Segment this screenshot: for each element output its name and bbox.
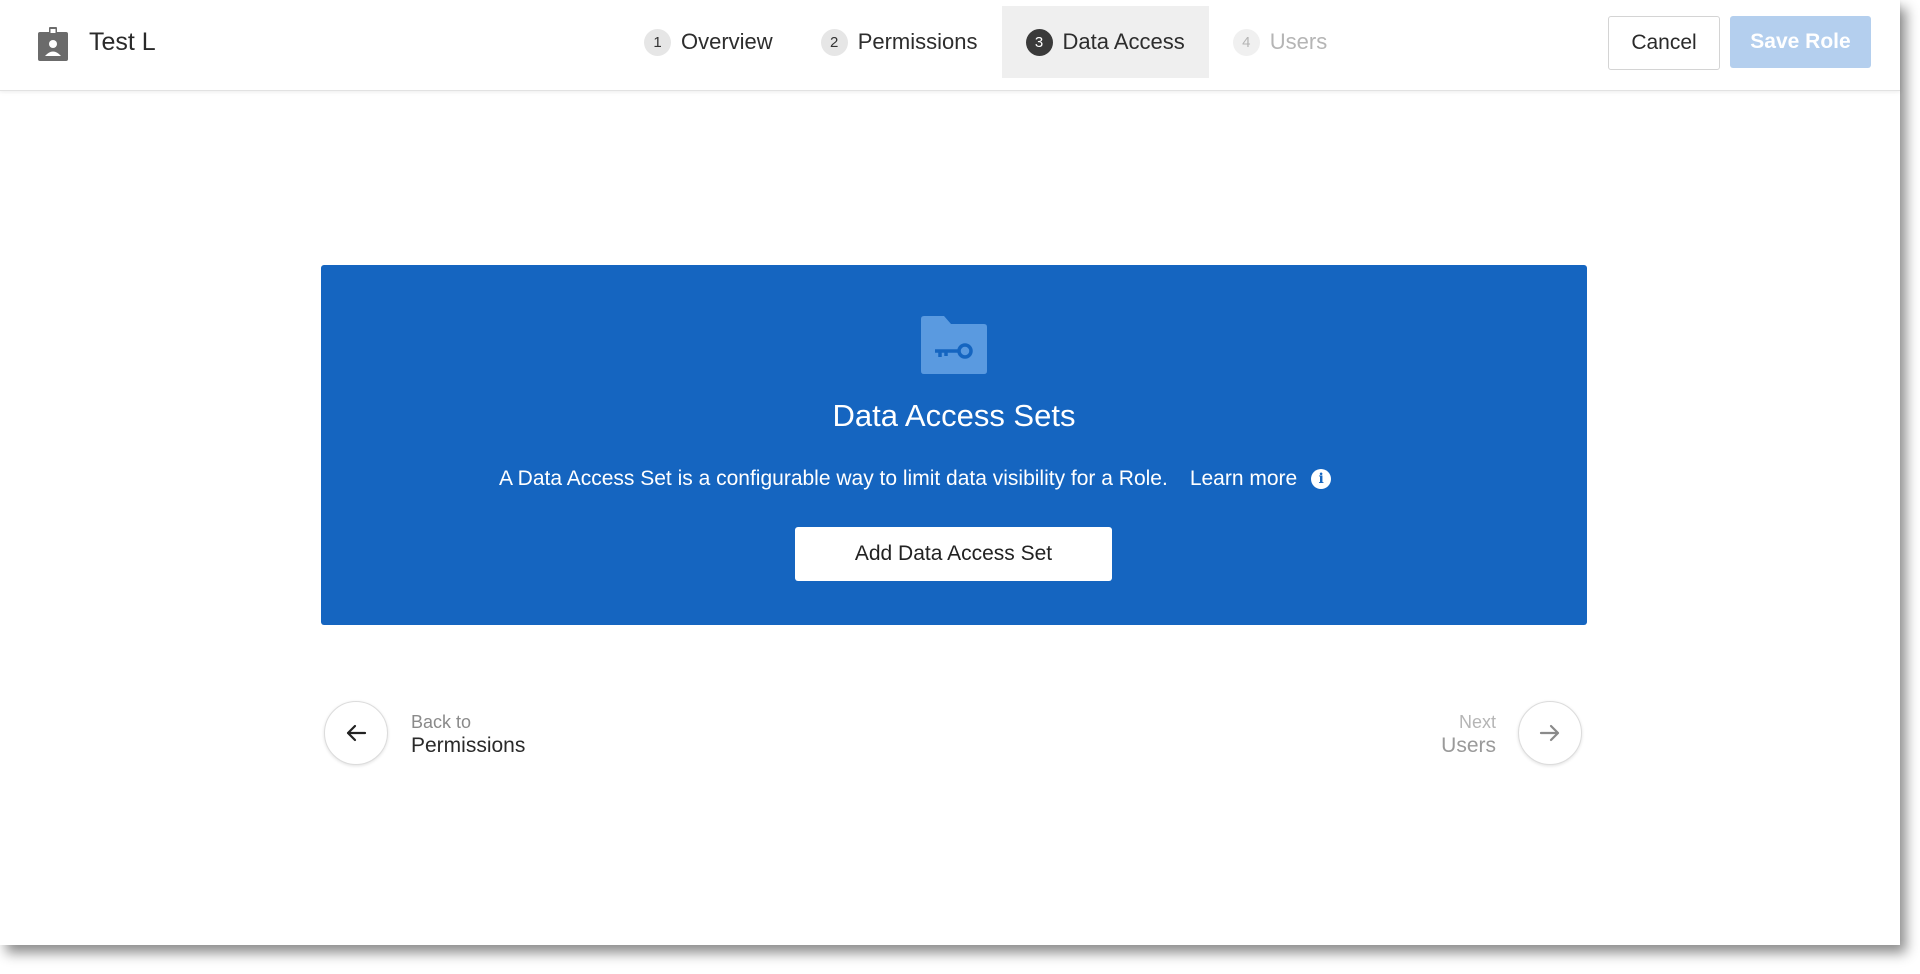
step-number: 2 [820, 28, 848, 56]
wizard-steps: 1 Overview 2 Permissions 3 Data Access 4… [620, 6, 1351, 78]
step-label: Overview [681, 29, 773, 54]
learn-more-link[interactable]: Learn more [1190, 467, 1297, 491]
step-number: 3 [1025, 28, 1053, 56]
arrow-right-icon [1539, 724, 1560, 742]
banner-title: Data Access Sets [832, 398, 1076, 433]
save-role-button[interactable]: Save Role [1730, 16, 1871, 68]
step-label: Permissions [857, 29, 978, 54]
step-overview[interactable]: 1 Overview [620, 6, 797, 78]
banner-description-row: A Data Access Set is a configurable way … [499, 467, 1332, 491]
add-data-access-set-button[interactable]: Add Data Access Set [795, 527, 1112, 581]
banner-description: A Data Access Set is a configurable way … [499, 467, 1168, 490]
next-target-label[interactable]: Users [1441, 734, 1496, 758]
arrow-left-icon [346, 724, 367, 742]
step-permissions[interactable]: 2 Permissions [797, 6, 1002, 78]
header: Test L 1 Overview 2 Permissions 3 Data A… [0, 0, 1900, 91]
step-data-access[interactable]: 3 Data Access [1001, 6, 1209, 78]
back-caption: Back to [411, 712, 472, 732]
step-label: Data Access [1062, 29, 1185, 54]
role-badge-icon [38, 27, 68, 61]
step-number: 1 [644, 28, 671, 56]
info-icon[interactable]: i [1311, 469, 1332, 489]
app-window: Test L 1 Overview 2 Permissions 3 Data A… [0, 0, 1900, 945]
data-access-banner: Data Access Sets A Data Access Set is a … [321, 265, 1587, 625]
step-label: Users [1269, 29, 1328, 54]
step-number: 4 [1232, 28, 1260, 56]
folder-key-icon [921, 316, 987, 374]
back-target-label[interactable]: Permissions [411, 734, 525, 758]
cancel-button[interactable]: Cancel [1608, 16, 1720, 70]
back-button[interactable] [324, 701, 388, 765]
step-users: 4 Users [1209, 6, 1351, 78]
next-caption: Next [1458, 712, 1496, 732]
role-title: Test L [89, 28, 156, 56]
next-button[interactable] [1518, 701, 1582, 765]
